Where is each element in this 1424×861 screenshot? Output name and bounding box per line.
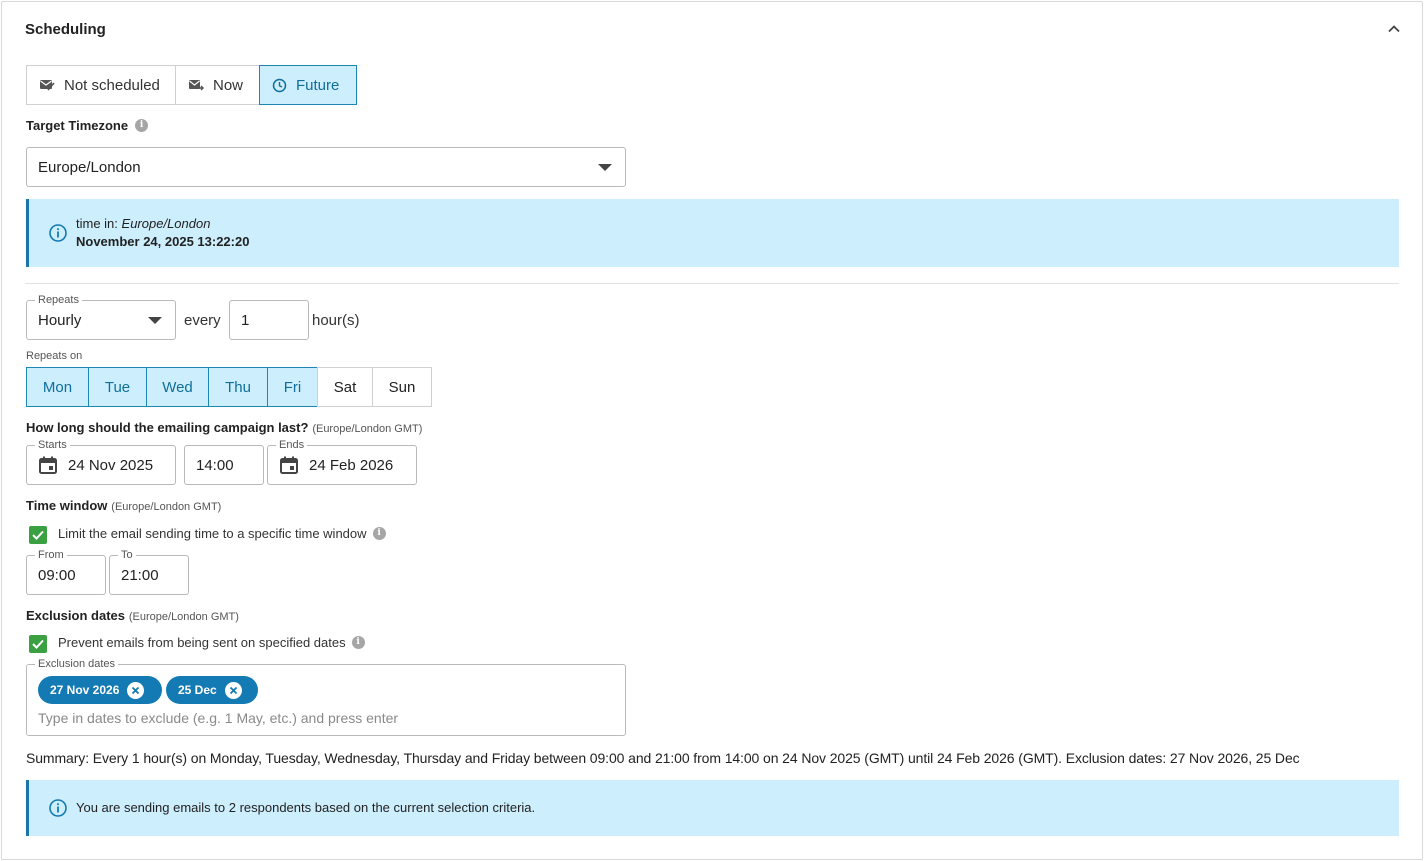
calendar-icon [280, 456, 298, 474]
time-window-label: Time window [26, 498, 108, 513]
exclusion-checkbox-row: Prevent emails from being sent on specif… [58, 635, 365, 650]
to-label: To [118, 549, 136, 561]
time-window-checkbox-label: Limit the email sending time to a specif… [58, 526, 367, 541]
time-from-input[interactable]: From 09:00 [26, 549, 106, 595]
duration-question: How long should the emailing campaign la… [26, 420, 309, 435]
mode-not-scheduled-button[interactable]: Not scheduled [26, 65, 176, 105]
time-to-input[interactable]: To 21:00 [109, 549, 189, 595]
time-from-value: 09:00 [38, 566, 76, 584]
info-icon[interactable]: i [135, 119, 149, 132]
time-zone-name: Europe/London [121, 216, 211, 231]
chip-label: 27 Nov 2026 [50, 683, 120, 697]
day-label: Mon [42, 378, 73, 396]
from-label: From [35, 549, 67, 561]
info-circle-icon [49, 799, 67, 817]
time-window-checkbox[interactable] [29, 526, 47, 544]
every-label: every [184, 312, 221, 329]
repeats-on-label: Repeats on [26, 350, 83, 362]
timezone-select[interactable]: Europe/London [26, 147, 626, 187]
schedule-summary: Summary: Every 1 hour(s) on Monday, Tues… [26, 750, 1300, 766]
timezone-label: Target Timezone [26, 118, 129, 133]
chip-label: 25 Dec [178, 683, 217, 697]
repeats-value: Hourly [38, 311, 82, 329]
exclusion-label: Exclusion dates [26, 608, 125, 623]
ends-label: Ends [276, 439, 308, 451]
mail-send-icon [189, 80, 204, 91]
mode-future-button[interactable]: Future [259, 65, 357, 105]
day-label: Sat [333, 378, 357, 396]
day-label: Tue [104, 378, 131, 396]
timezone-value: Europe/London [38, 158, 141, 176]
day-label: Thu [225, 378, 251, 396]
mode-label: Now [213, 76, 244, 94]
day-toggle-mon[interactable]: Mon [26, 367, 89, 407]
dropdown-arrow-icon [598, 164, 612, 171]
start-time-input[interactable]: 14:00 [184, 445, 264, 485]
day-label: Sun [388, 378, 416, 396]
checkmark-icon [32, 530, 44, 540]
time-to-value: 21:00 [121, 566, 159, 584]
repeat-interval-input[interactable]: 1 [229, 300, 309, 340]
clock-icon [272, 78, 287, 92]
day-toggle-fri[interactable]: Fri [267, 367, 318, 407]
duration-heading: How long should the emailing campaign la… [26, 419, 422, 435]
current-time-alert: time in: Europe/London November 24, 2025… [26, 199, 1399, 267]
mode-label: Not scheduled [64, 76, 160, 94]
info-circle-icon [49, 224, 67, 242]
timezone-label-row: Target Timezone i [26, 118, 149, 133]
checkmark-icon [32, 639, 44, 649]
start-date-value: 24 Nov 2025 [68, 456, 154, 474]
exclusion-heading: Exclusion dates (Europe/London GMT) [26, 607, 239, 623]
time-window-checkbox-row: Limit the email sending time to a specif… [58, 526, 386, 541]
exclusion-input-placeholder[interactable]: Type in dates to exclude (e.g. 1 May, et… [38, 710, 398, 726]
section-title: Scheduling [25, 21, 106, 38]
time-prefix: time in: [76, 216, 118, 231]
mode-label: Future [296, 76, 340, 94]
mode-now-button[interactable]: Now [175, 65, 260, 105]
repeats-select[interactable]: Repeats Hourly [26, 294, 176, 340]
chip-remove-icon[interactable] [224, 681, 242, 699]
time-in-line: time in: Europe/London [76, 216, 210, 231]
exclusion-checkbox[interactable] [29, 635, 47, 653]
day-toggle-thu[interactable]: Thu [208, 367, 268, 407]
info-icon[interactable]: i [372, 527, 386, 540]
exclusion-tz-note: (Europe/London GMT) [128, 611, 239, 623]
exclusion-field-label: Exclusion dates [35, 658, 119, 670]
start-date-input[interactable]: Starts 24 Nov 2025 [26, 439, 176, 485]
time-window-tz-note: (Europe/London GMT) [111, 501, 222, 513]
divider [25, 283, 1399, 284]
dropdown-arrow-icon [148, 317, 162, 324]
exclusion-checkbox-label: Prevent emails from being sent on specif… [58, 635, 346, 650]
time-window-heading: Time window (Europe/London GMT) [26, 497, 221, 513]
exclusion-chip: 27 Nov 2026 [38, 676, 162, 704]
repeats-label: Repeats [35, 294, 82, 306]
mail-off-icon [40, 80, 55, 91]
day-label: Wed [162, 378, 193, 396]
end-date-value: 24 Feb 2026 [309, 456, 394, 474]
day-toggle-wed[interactable]: Wed [146, 367, 209, 407]
respondents-alert: You are sending emails to 2 respondents … [26, 780, 1399, 836]
starts-label: Starts [35, 439, 70, 451]
day-toggle-sat[interactable]: Sat [317, 367, 373, 407]
start-time-value: 14:00 [196, 456, 234, 474]
respondents-notice: You are sending emails to 2 respondents … [76, 800, 536, 815]
day-toggle-tue[interactable]: Tue [88, 367, 147, 407]
unit-label: hour(s) [312, 312, 360, 329]
repeat-interval-value: 1 [241, 311, 250, 329]
collapse-chevron-up-icon[interactable] [1385, 20, 1403, 38]
calendar-icon [39, 456, 57, 474]
duration-tz-note: (Europe/London GMT) [312, 423, 423, 435]
chip-remove-icon[interactable] [127, 681, 145, 699]
info-icon[interactable]: i [351, 636, 365, 649]
day-label: Fri [283, 378, 302, 396]
exclusion-chip: 25 Dec [166, 676, 258, 704]
current-time: November 24, 2025 13:22:20 [76, 234, 250, 249]
end-date-input[interactable]: Ends 24 Feb 2026 [267, 439, 417, 485]
day-toggle-sun[interactable]: Sun [372, 367, 432, 407]
